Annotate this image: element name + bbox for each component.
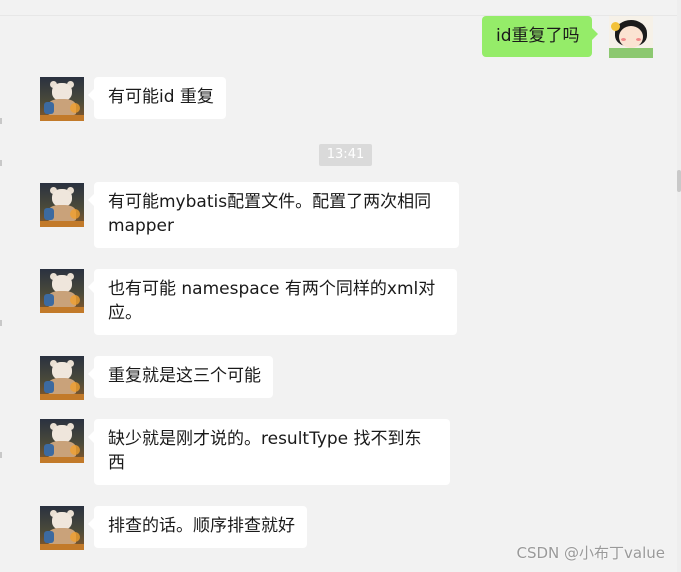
- message-bubble-contact[interactable]: 重复就是这三个可能: [88, 356, 273, 398]
- message-bubble-contact[interactable]: 有可能mybatis配置文件。配置了两次相同 mapper: [88, 182, 459, 248]
- timestamp-label: 13:41: [319, 144, 372, 166]
- contact-avatar-icon[interactable]: [40, 506, 84, 550]
- self-avatar-icon[interactable]: [609, 16, 653, 58]
- contact-avatar-icon[interactable]: [40, 419, 84, 463]
- message-bubble-self[interactable]: id重复了吗: [482, 16, 598, 57]
- left-edge-marks: [0, 0, 3, 572]
- contact-avatar-icon[interactable]: [40, 269, 84, 313]
- contact-avatar-icon[interactable]: [40, 356, 84, 400]
- csdn-watermark: CSDN @小布丁value: [516, 544, 665, 562]
- contact-avatar-icon[interactable]: [40, 183, 84, 227]
- message-bubble-contact[interactable]: 也有可能 namespace 有两个同样的xml对 应。: [88, 269, 457, 335]
- message-bubble-contact[interactable]: 缺少就是刚才说的。resultType 找不到东 西: [88, 419, 450, 485]
- message-bubble-contact[interactable]: 有可能id 重复: [88, 77, 226, 119]
- message-bubble-contact[interactable]: 排查的话。顺序排查就好: [88, 506, 307, 548]
- scrollbar-thumb[interactable]: [677, 170, 681, 192]
- scrollbar[interactable]: [677, 0, 681, 572]
- contact-avatar-icon[interactable]: [40, 77, 84, 121]
